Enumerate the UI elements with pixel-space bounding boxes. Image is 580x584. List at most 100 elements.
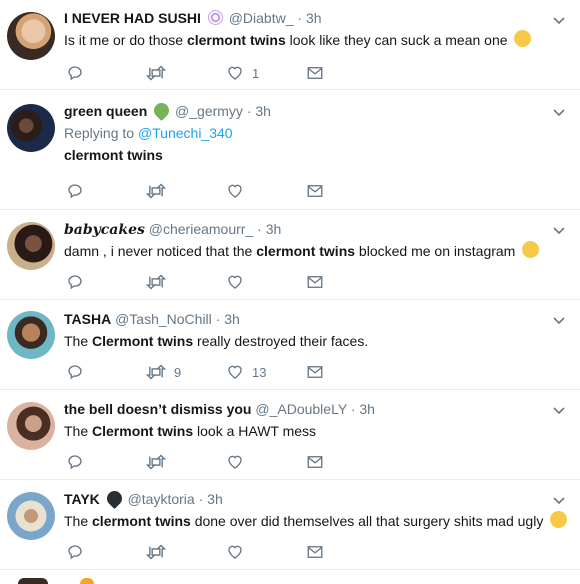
timestamp[interactable]: 3h bbox=[359, 401, 375, 417]
chevron-down-icon[interactable] bbox=[552, 406, 566, 416]
timestamp[interactable]: 3h bbox=[207, 491, 223, 507]
tweet-header: TAYK @tayktoria · 3h bbox=[64, 487, 550, 510]
display-name[interactable]: I NEVER HAD SUSHI bbox=[64, 10, 201, 26]
reply-icon bbox=[68, 184, 82, 199]
chevron-down-icon[interactable] bbox=[552, 108, 566, 118]
tweet-header: 𝒃𝒂𝒃𝒚𝒄𝒂𝒌𝒆𝒔 @cherieamourr_ · 3h bbox=[64, 219, 550, 239]
tweet-header: green queen @_germyy · 3h bbox=[64, 99, 550, 122]
like-button[interactable]: 13 bbox=[226, 362, 266, 382]
user-handle[interactable]: @Diabtw_ bbox=[229, 10, 294, 26]
separator-dot: · bbox=[350, 401, 356, 417]
next-tweet-emoji-partial bbox=[80, 578, 94, 584]
heart-icon bbox=[228, 66, 242, 80]
tweet[interactable]: TAYK @tayktoria · 3h The clermont twins … bbox=[0, 480, 580, 570]
chevron-down-icon[interactable] bbox=[552, 16, 566, 26]
tweet-header: I NEVER HAD SUSHI @Diabtw_ · 3h bbox=[64, 8, 550, 28]
like-button[interactable] bbox=[226, 542, 244, 562]
reply-button[interactable] bbox=[66, 452, 84, 472]
tweet[interactable]: the bell doesn’t dismiss you @_ADoubleLY… bbox=[0, 390, 580, 480]
avatar[interactable] bbox=[7, 222, 55, 270]
retweet-button[interactable] bbox=[146, 63, 166, 83]
reply-button[interactable] bbox=[66, 63, 84, 83]
retweet-icon bbox=[146, 364, 166, 380]
reply-button[interactable] bbox=[66, 272, 84, 292]
reply-handle-link[interactable]: @Tunechi_340 bbox=[138, 125, 233, 141]
dm-button[interactable] bbox=[306, 272, 324, 292]
like-count: 13 bbox=[252, 364, 267, 380]
tweet[interactable]: 𝒃𝒂𝒃𝒚𝒄𝒂𝒌𝒆𝒔 @cherieamourr_ · 3h damn , i n… bbox=[0, 210, 580, 300]
tweet-text: clermont twins bbox=[64, 147, 163, 163]
timestamp[interactable]: 3h bbox=[224, 311, 240, 327]
dm-button[interactable] bbox=[306, 542, 324, 562]
tweet-header: TASHA @Tash_NoChill · 3h bbox=[64, 309, 550, 329]
reply-icon bbox=[68, 275, 82, 290]
retweet-icon bbox=[146, 544, 166, 560]
envelope-icon bbox=[307, 456, 323, 468]
retweet-icon bbox=[146, 183, 166, 199]
envelope-icon bbox=[307, 546, 323, 558]
dm-button[interactable] bbox=[306, 181, 324, 201]
retweet-icon bbox=[146, 65, 166, 81]
heart-icon bbox=[228, 545, 242, 559]
chevron-down-icon[interactable] bbox=[552, 226, 566, 236]
separator-dot: · bbox=[246, 103, 252, 119]
next-tweet-avatar-partial[interactable] bbox=[18, 578, 48, 584]
display-name[interactable]: TASHA bbox=[64, 311, 111, 327]
chevron-down-icon[interactable] bbox=[552, 496, 566, 506]
reply-button[interactable] bbox=[66, 362, 84, 382]
green-heart-emoji bbox=[151, 99, 173, 122]
tweet-text: damn , i never noticed that the clermont… bbox=[64, 241, 550, 261]
avatar[interactable] bbox=[7, 492, 55, 540]
tweet[interactable]: TASHA @Tash_NoChill · 3h The Clermont tw… bbox=[0, 300, 580, 390]
tweet-text: The clermont twins done over did themsel… bbox=[64, 511, 568, 531]
tweet-text: The Clermont twins look a HAWT mess bbox=[64, 423, 317, 439]
envelope-icon bbox=[307, 67, 323, 79]
joy-face-emoji bbox=[522, 241, 540, 258]
tweet-text: Is it me or do those clermont twins look… bbox=[64, 30, 550, 50]
retweet-button[interactable] bbox=[146, 272, 166, 292]
envelope-icon bbox=[307, 185, 323, 197]
like-button[interactable] bbox=[226, 181, 244, 201]
avatar[interactable] bbox=[7, 12, 55, 60]
separator-dot: · bbox=[198, 491, 204, 507]
dm-button[interactable] bbox=[306, 63, 324, 83]
reply-button[interactable] bbox=[66, 181, 84, 201]
retweet-button[interactable] bbox=[146, 542, 166, 562]
heart-icon bbox=[228, 365, 242, 379]
tweet-header: the bell doesn’t dismiss you @_ADoubleLY… bbox=[64, 399, 550, 419]
display-name[interactable]: the bell doesn’t dismiss you bbox=[64, 401, 251, 417]
like-button[interactable] bbox=[226, 272, 244, 292]
avatar[interactable] bbox=[7, 311, 55, 359]
like-count: 1 bbox=[252, 65, 260, 81]
user-handle[interactable]: @tayktoria bbox=[128, 491, 195, 507]
reply-icon bbox=[68, 455, 82, 470]
like-button[interactable] bbox=[226, 452, 244, 472]
user-handle[interactable]: @Tash_NoChill bbox=[115, 311, 212, 327]
reply-button[interactable] bbox=[66, 542, 84, 562]
user-handle[interactable]: @_ADoubleLY bbox=[255, 401, 347, 417]
retweet-button[interactable]: 9 bbox=[146, 362, 181, 382]
reply-icon bbox=[68, 66, 82, 81]
dm-button[interactable] bbox=[306, 452, 324, 472]
user-handle[interactable]: @cherieamourr_ bbox=[149, 221, 253, 237]
display-name[interactable]: TAYK bbox=[64, 491, 100, 507]
display-name[interactable]: 𝒃𝒂𝒃𝒚𝒄𝒂𝒌𝒆𝒔 bbox=[64, 222, 145, 238]
replying-to: Replying to @Tunechi_340 bbox=[64, 125, 233, 141]
retweet-button[interactable] bbox=[146, 181, 166, 201]
tweet-text: The Clermont twins really destroyed thei… bbox=[64, 333, 369, 349]
timestamp[interactable]: 3h bbox=[266, 221, 282, 237]
display-name[interactable]: green queen bbox=[64, 103, 147, 119]
avatar[interactable] bbox=[7, 402, 55, 450]
timestamp[interactable]: 3h bbox=[306, 10, 322, 26]
dm-button[interactable] bbox=[306, 362, 324, 382]
avatar[interactable] bbox=[7, 104, 55, 152]
retweet-button[interactable] bbox=[146, 452, 166, 472]
like-button[interactable]: 1 bbox=[226, 63, 259, 83]
user-handle[interactable]: @_germyy bbox=[175, 103, 243, 119]
tweet[interactable]: green queen @_germyy · 3h Replying to @T… bbox=[0, 90, 580, 210]
weary-face-emoji bbox=[514, 30, 532, 47]
swirl-emoji bbox=[207, 10, 223, 25]
timestamp[interactable]: 3h bbox=[255, 103, 271, 119]
chevron-down-icon[interactable] bbox=[552, 316, 566, 326]
tweet[interactable]: I NEVER HAD SUSHI @Diabtw_ · 3h Is it me… bbox=[0, 0, 580, 90]
